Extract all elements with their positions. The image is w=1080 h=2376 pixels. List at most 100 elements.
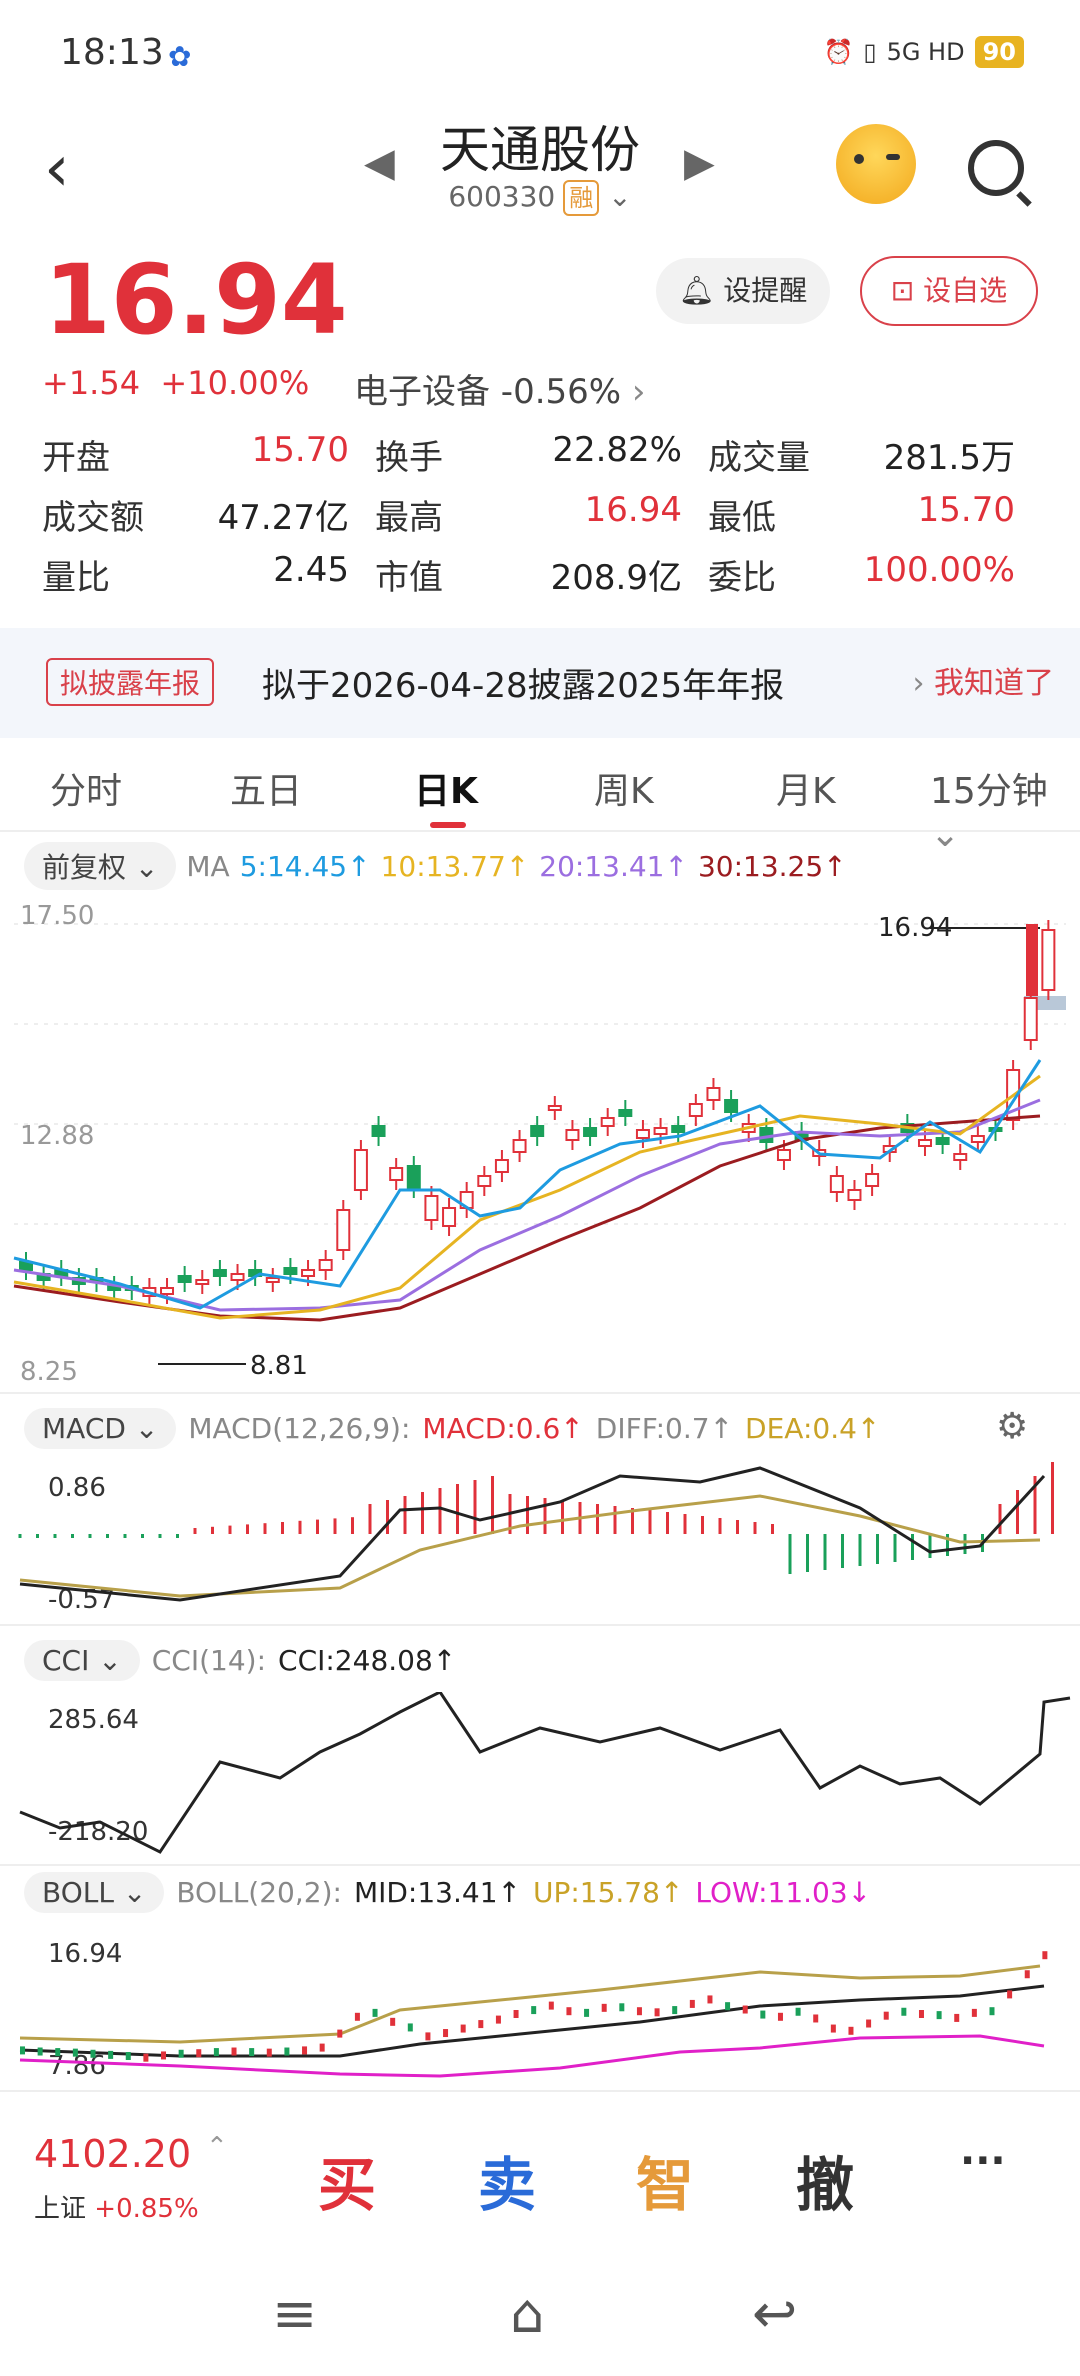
candle-body <box>829 1175 844 1193</box>
menu-icon[interactable]: ≡ <box>272 2282 317 2345</box>
candle-body <box>371 1125 386 1137</box>
boll-candle <box>936 2011 942 2020</box>
tab-15min[interactable]: 15分钟 ⌄ <box>930 762 1080 855</box>
more-icon[interactable]: ··· <box>960 2138 1006 2184</box>
candle-body <box>653 1127 668 1135</box>
search-icon[interactable] <box>968 140 1024 196</box>
adjust-selector[interactable]: 前复权 ⌄ <box>24 842 177 890</box>
active-tab-indicator <box>430 822 466 828</box>
boll-candle <box>901 2007 907 2016</box>
boll-candle <box>249 2048 255 2057</box>
back-nav-icon[interactable]: ↩ <box>752 2282 797 2345</box>
boll-candle <box>601 2003 607 2012</box>
stat-label: 成交额 <box>42 497 144 538</box>
boll-candle <box>760 2010 766 2019</box>
boll-chart[interactable]: 16.94 7.86 <box>0 1926 1080 2086</box>
candle-body <box>230 1273 245 1281</box>
boll-candle <box>495 2015 501 2024</box>
boll-candle <box>954 2013 960 2022</box>
sell-button[interactable]: 卖 <box>478 2138 536 2222</box>
boll-candle <box>1024 1970 1030 1979</box>
add-favorite-button[interactable]: ⊡ 设自选 <box>860 256 1038 326</box>
stat-value: 2.45 <box>273 549 349 590</box>
cci-selector[interactable]: CCI ⌄ <box>24 1640 140 1681</box>
sector-link[interactable]: 电子设备 -0.56% › <box>354 364 646 413</box>
dismiss-notice-button[interactable]: › 我知道了 <box>912 658 1054 702</box>
stat-label: 最低 <box>708 497 776 538</box>
boll-candle <box>619 2003 625 2012</box>
system-icons: ⏰ ▯ 5G HD 90 <box>823 36 1024 68</box>
candle-body <box>917 1139 932 1147</box>
ma5-value: 5:14.45↑ <box>239 849 371 883</box>
settings-icon[interactable]: ⚙ <box>996 1406 1028 1447</box>
boll-candle <box>108 2050 114 2059</box>
candle-body <box>688 1103 703 1117</box>
boll-selector[interactable]: BOLL ⌄ <box>24 1872 165 1913</box>
cancel-order-button[interactable]: 撤 <box>796 2138 854 2222</box>
stat-value: 22.82% <box>552 429 682 470</box>
kline-chart[interactable]: 17.50 12.88 8.25 16.94 8.81 <box>0 890 1080 1390</box>
divider <box>0 830 1080 832</box>
set-alert-button[interactable]: 🔔︎ 设提醒 <box>656 258 830 324</box>
candle-body <box>160 1287 175 1295</box>
chevron-down-icon: ⌄ <box>134 851 159 884</box>
tab-monthly-k[interactable]: 月K <box>776 762 836 814</box>
home-icon[interactable]: ⌂ <box>510 2282 544 2345</box>
candle-body <box>1026 924 1038 996</box>
add-favorite-label: 设自选 <box>923 274 1008 307</box>
margin-tag: 融 <box>563 180 600 216</box>
chevron-down-icon: ⌄ <box>608 180 632 213</box>
boll-candle <box>90 2049 96 2058</box>
boll-candle <box>566 2007 572 2016</box>
boll-candle <box>548 2001 554 2010</box>
chevron-up-icon: ⌃ <box>206 2132 228 2162</box>
buy-button[interactable]: 买 <box>318 2138 376 2222</box>
stock-code-row[interactable]: 600330 融 ⌄ <box>0 180 1080 216</box>
price-change: +1.54 +10.00% <box>42 364 309 402</box>
candle-body <box>1023 997 1038 1041</box>
ma-label: MA <box>186 849 230 883</box>
boll-candle <box>707 1995 713 2004</box>
axis-mid-label: 12.88 <box>20 1121 94 1151</box>
tab-five-day[interactable]: 五日 <box>230 762 302 814</box>
current-price: 16.94 <box>44 244 348 356</box>
annual-report-notice: 拟披露年报 拟于2026-04-28披露2025年年报 › 我知道了 <box>0 628 1080 738</box>
stats-row: 成交额 47.27亿 最高 16.94 最低 15.70 <box>42 484 1042 544</box>
macd-selector[interactable]: MACD ⌄ <box>24 1408 177 1449</box>
axis-top-label: 17.50 <box>20 901 94 931</box>
chat-icon: ⊡ <box>890 274 915 307</box>
macd-name: MACD <box>42 1412 126 1445</box>
stat-value: 47.27亿 <box>217 497 349 538</box>
alarm-icon: ⏰ <box>823 38 854 66</box>
boll-candle <box>654 2008 660 2017</box>
notice-tag: 拟披露年报 <box>46 658 215 706</box>
macd-params: MACD(12,26,9): <box>188 1412 411 1445</box>
boll-candle <box>213 2048 219 2057</box>
smart-button[interactable]: 智 <box>636 2138 694 2222</box>
candle-body <box>318 1259 333 1271</box>
candle-body <box>935 1137 950 1145</box>
dismiss-label: 我知道了 <box>934 666 1054 701</box>
candle-body <box>635 1129 650 1139</box>
boll-candle <box>830 2024 836 2033</box>
next-stock-icon[interactable]: ▶ <box>684 140 715 186</box>
divider <box>0 1392 1080 1394</box>
boll-up-value: UP:15.78↑ <box>532 1876 684 1909</box>
tab-intraday[interactable]: 分时 <box>50 762 122 814</box>
index-value[interactable]: 4102.20 <box>34 2132 191 2176</box>
boll-candle <box>72 2048 78 2057</box>
stock-name: 天通股份 <box>440 121 640 179</box>
index-row: 上证 +0.85% <box>34 2188 199 2225</box>
cci-chart[interactable]: 285.64 -218.20 <box>0 1692 1080 1862</box>
candle-body <box>283 1267 298 1275</box>
macd-chart[interactable]: 0.86 -0.57 <box>0 1460 1080 1620</box>
candle-body <box>847 1189 862 1201</box>
tab-weekly-k[interactable]: 周K <box>594 762 654 814</box>
stat-label: 成交量 <box>708 437 810 478</box>
mascot-icon[interactable] <box>836 124 916 204</box>
tab-15min-label: 15分钟 <box>930 771 1048 812</box>
stat-label: 市值 <box>375 557 443 598</box>
candle-body <box>618 1109 633 1117</box>
stats-grid: 开盘 15.70 换手 22.82% 成交量 281.5万 成交额 47.27亿 最高 1… <box>42 424 1042 604</box>
tab-daily-k[interactable]: 日K <box>414 762 478 814</box>
